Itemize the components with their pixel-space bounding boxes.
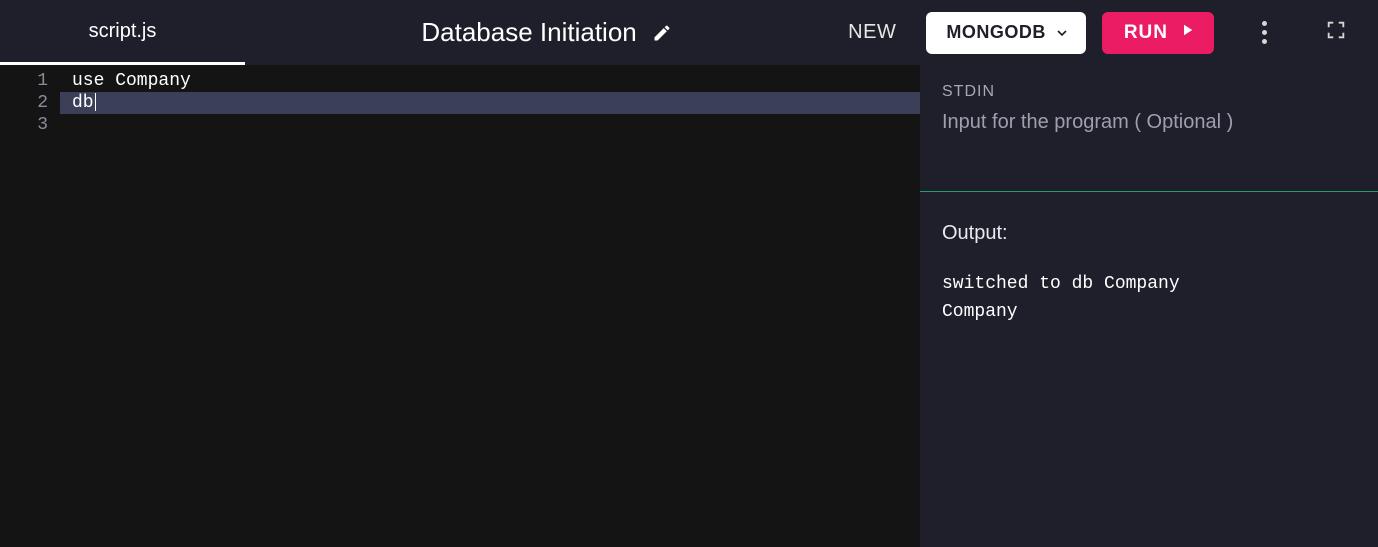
fullscreen-icon (1325, 19, 1347, 46)
play-icon (1178, 21, 1196, 45)
output-content: switched to db Company Company (942, 270, 1356, 326)
stdin-input[interactable] (942, 111, 1356, 181)
line-number: 2 (0, 92, 48, 114)
code-line[interactable]: use Company (72, 70, 920, 92)
new-button[interactable]: NEW (848, 21, 896, 44)
app-header: script.js Database Initiation NEW MONGOD… (0, 0, 1378, 65)
io-panel: STDIN Output: switched to db Company Com… (920, 65, 1378, 547)
language-select[interactable]: MONGODB (926, 12, 1086, 54)
code-area[interactable]: use Companydb (60, 65, 920, 547)
file-tab[interactable]: script.js (0, 0, 245, 65)
chevron-down-icon (1054, 25, 1070, 41)
language-label: MONGODB (946, 22, 1046, 43)
kebab-icon (1262, 21, 1267, 44)
file-tab-label: script.js (89, 20, 157, 43)
stdin-label: STDIN (942, 83, 1356, 101)
app-body: 123 use Companydb STDIN Output: switched… (0, 65, 1378, 547)
run-label: RUN (1124, 22, 1168, 44)
line-gutter: 123 (0, 65, 60, 547)
text-cursor (95, 93, 96, 111)
line-number: 3 (0, 114, 48, 136)
output-label: Output: (942, 222, 1356, 245)
fullscreen-button[interactable] (1314, 11, 1358, 55)
code-line[interactable]: db (60, 92, 920, 114)
project-title: Database Initiation (421, 17, 636, 48)
line-number: 1 (0, 70, 48, 92)
title-wrap: Database Initiation (245, 17, 848, 48)
code-line[interactable] (72, 114, 920, 136)
run-button[interactable]: RUN (1102, 12, 1214, 54)
code-editor[interactable]: 123 use Companydb (0, 65, 920, 547)
more-menu-button[interactable] (1242, 11, 1286, 55)
panel-divider (920, 191, 1378, 192)
edit-title-icon[interactable] (652, 23, 672, 43)
